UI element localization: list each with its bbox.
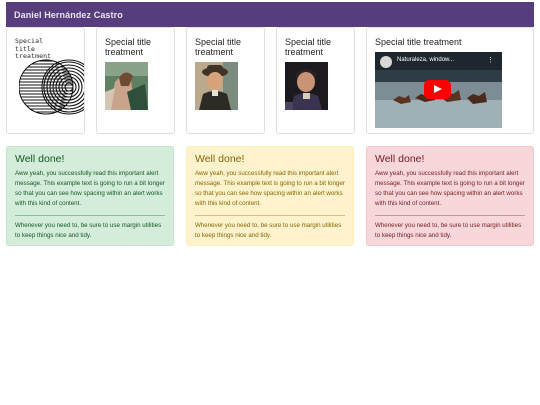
card-painting-2: Special title treatment — [186, 27, 265, 134]
channel-avatar[interactable] — [380, 56, 392, 68]
op-art-image — [19, 56, 84, 118]
alert-danger: Well done! Aww yeah, you successfully re… — [366, 146, 534, 246]
alert-text: Aww yeah, you successfully read this imp… — [15, 170, 165, 207]
card-op-art: Special title treatment — [6, 27, 85, 134]
alert-divider — [375, 215, 525, 216]
alert-warning: Well done! Aww yeah, you successfully re… — [186, 146, 354, 246]
card-title: Special title treatment — [375, 37, 462, 47]
card-painting-3: Special title treatment — [276, 27, 355, 134]
card-painting-1: Special title treatment — [96, 27, 175, 134]
alert-text: Aww yeah, you successfully read this imp… — [195, 170, 345, 207]
alert-heading: Well done! — [375, 153, 425, 165]
video-title[interactable]: Naturaleza, window... — [397, 57, 454, 63]
navbar-brand[interactable]: Daniel Hernández Castro — [14, 10, 123, 20]
card-title: Special title treatment — [105, 37, 152, 57]
card-title: Special title treatment — [195, 37, 242, 57]
alert-divider — [15, 215, 165, 216]
alert-text: Aww yeah, you successfully read this imp… — [375, 170, 525, 207]
card-title: Special title treatment — [285, 37, 332, 57]
more-vert-icon[interactable]: ⋮ — [487, 56, 494, 64]
card-image — [105, 62, 148, 110]
card-image — [195, 62, 238, 110]
alert-success: Well done! Aww yeah, you successfully re… — [6, 146, 174, 246]
alert-footer: Whenever you need to, be sure to use mar… — [375, 222, 522, 239]
card-image — [285, 62, 328, 110]
youtube-play-icon[interactable] — [424, 80, 451, 99]
navbar: Daniel Hernández Castro — [6, 2, 534, 27]
alert-footer: Whenever you need to, be sure to use mar… — [195, 222, 342, 239]
alert-heading: Well done! — [195, 153, 245, 165]
card-video: Special title treatment Naturaleza, wind… — [366, 27, 534, 134]
youtube-embed[interactable]: Naturaleza, window... ⋮ — [375, 52, 502, 128]
alert-heading: Well done! — [15, 153, 65, 165]
alert-footer: Whenever you need to, be sure to use mar… — [15, 222, 162, 239]
alert-divider — [195, 215, 345, 216]
